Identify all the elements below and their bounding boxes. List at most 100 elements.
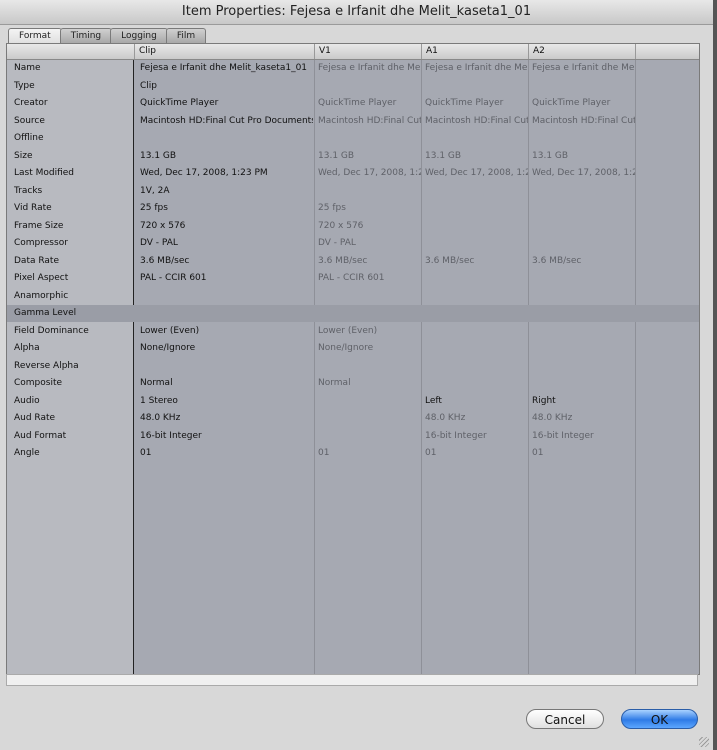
row-label: Data Rate bbox=[14, 255, 59, 266]
cell-v1: Lower (Even) bbox=[318, 325, 378, 336]
ok-button[interactable]: OK bbox=[621, 709, 698, 729]
cell-a2: 48.0 KHz bbox=[532, 413, 573, 423]
table-row[interactable]: Aud Rate 48.0 KHz 48.0 KHz 48.0 KHz bbox=[7, 410, 699, 427]
cell-clip: QuickTime Player bbox=[140, 98, 219, 108]
cell-a1: 16-bit Integer bbox=[425, 430, 487, 441]
cell-a1 bbox=[422, 305, 528, 322]
cell-a1 bbox=[422, 340, 528, 357]
cell-a2: Macintosh HD:Final Cut bbox=[532, 115, 635, 126]
table-header: Clip V1 A1 A2 bbox=[7, 44, 699, 60]
row-label: Size bbox=[14, 150, 33, 161]
table-row[interactable]: Anamorphic bbox=[7, 288, 699, 305]
table-row[interactable]: Audio 1 Stereo Left Right bbox=[7, 393, 699, 410]
cell-v1: QuickTime Player bbox=[318, 98, 397, 108]
cell-v1 bbox=[315, 288, 421, 305]
cell-a1 bbox=[422, 218, 528, 235]
header-a1[interactable]: A1 bbox=[421, 44, 528, 59]
row-label: Angle bbox=[14, 448, 40, 458]
cell-v1: DV - PAL bbox=[318, 238, 356, 248]
table-row[interactable]: Frame Size 720 x 576 720 x 576 bbox=[7, 218, 699, 235]
cell-a1: 48.0 KHz bbox=[425, 413, 466, 423]
table-row[interactable]: Creator QuickTime Player QuickTime Player Q… bbox=[7, 95, 699, 112]
row-label: Audio bbox=[14, 395, 40, 406]
row-label: Vid Rate bbox=[14, 203, 52, 213]
row-label: Type bbox=[14, 80, 35, 91]
cell-a1 bbox=[422, 235, 528, 252]
table-row[interactable]: Type Clip bbox=[7, 78, 699, 95]
table-row[interactable]: Tracks 1V, 2A bbox=[7, 183, 699, 200]
cell-v1: Wed, Dec 17, 2008, 1:23 bbox=[318, 168, 421, 178]
cell-v1: 3.6 MB/sec bbox=[318, 255, 368, 266]
cell-v1: None/Ignore bbox=[318, 343, 374, 353]
row-label: Source bbox=[14, 115, 45, 126]
table-row[interactable]: Offline bbox=[7, 130, 699, 147]
background-window-edge bbox=[713, 0, 717, 750]
table-row[interactable]: Last Modified Wed, Dec 17, 2008, 1:23 PM W… bbox=[7, 165, 699, 182]
cell-v1: PAL - CCIR 601 bbox=[318, 273, 385, 283]
cell-clip: 48.0 KHz bbox=[140, 413, 181, 423]
table-row[interactable]: Compressor DV - PAL DV - PAL bbox=[7, 235, 699, 252]
table-row[interactable]: Composite Normal Normal bbox=[7, 375, 699, 392]
table-row[interactable]: Size 13.1 GB 13.1 GB 13.1 GB 13.1 GB bbox=[7, 148, 699, 165]
cell-clip: 16-bit Integer bbox=[140, 430, 202, 441]
row-label: Name bbox=[14, 63, 41, 73]
table-row[interactable]: Gamma Level bbox=[7, 305, 699, 322]
cancel-button[interactable]: Cancel bbox=[526, 709, 604, 729]
properties-table: Clip V1 A1 A2 Name Fejesa e Irfanit dhe M… bbox=[6, 43, 700, 675]
cell-a1: QuickTime Player bbox=[425, 98, 504, 108]
cell-a2: 13.1 GB bbox=[532, 150, 569, 161]
table-row[interactable]: Alpha None/Ignore None/Ignore bbox=[7, 340, 699, 357]
table-row[interactable]: Angle 01 01 01 01 bbox=[7, 445, 699, 462]
cell-a1: Left bbox=[425, 395, 442, 406]
tab-format[interactable]: Format bbox=[8, 28, 62, 43]
cell-a2: 16-bit Integer bbox=[532, 430, 594, 441]
table-row[interactable]: Aud Format 16-bit Integer 16-bit Integer 16… bbox=[7, 428, 699, 445]
cell-v1 bbox=[315, 358, 421, 375]
cell-v1: Fejesa e Irfanit dhe Melit bbox=[318, 63, 421, 73]
row-label: Anamorphic bbox=[14, 290, 69, 301]
cell-a1 bbox=[422, 200, 528, 217]
row-label: Aud Rate bbox=[14, 413, 56, 423]
horizontal-scrollbar[interactable] bbox=[6, 674, 698, 686]
cell-a2 bbox=[529, 200, 635, 217]
table-row[interactable]: Source Macintosh HD:Final Cut Pro Documen… bbox=[7, 113, 699, 130]
row-label: Gamma Level bbox=[14, 308, 77, 318]
table-row[interactable]: Vid Rate 25 fps 25 fps bbox=[7, 200, 699, 217]
header-label-column bbox=[7, 44, 134, 59]
table-row[interactable]: Reverse Alpha bbox=[7, 358, 699, 375]
item-properties-window: Item Properties: Fejesa e Irfanit dhe Me… bbox=[0, 0, 714, 750]
table-row[interactable]: Pixel Aspect PAL - CCIR 601 PAL - CCIR 601 bbox=[7, 270, 699, 287]
header-a2[interactable]: A2 bbox=[528, 44, 635, 59]
cell-clip bbox=[137, 305, 313, 322]
table-row[interactable]: Field Dominance Lower (Even) Lower (Even) bbox=[7, 323, 699, 340]
cell-v1: 720 x 576 bbox=[318, 220, 364, 231]
row-label: Reverse Alpha bbox=[14, 360, 79, 371]
cell-clip: DV - PAL bbox=[140, 238, 178, 248]
cell-v1: Normal bbox=[318, 378, 351, 388]
resize-grip-icon[interactable] bbox=[699, 737, 709, 747]
cell-a1: Macintosh HD:Final Cut bbox=[425, 115, 528, 126]
tab-film[interactable]: Film bbox=[165, 28, 207, 43]
tab-logging[interactable]: Logging bbox=[110, 28, 168, 43]
cell-a1 bbox=[422, 323, 528, 340]
row-label: Offline bbox=[14, 133, 44, 143]
window-title: Item Properties: Fejesa e Irfanit dhe Me… bbox=[0, 0, 713, 25]
header-v1[interactable]: V1 bbox=[314, 44, 421, 59]
cell-a2 bbox=[529, 323, 635, 340]
cell-a2 bbox=[529, 375, 635, 392]
cell-a2 bbox=[529, 288, 635, 305]
cell-clip: Clip bbox=[140, 80, 157, 91]
row-label: Tracks bbox=[14, 185, 43, 196]
table-row[interactable]: Name Fejesa e Irfanit dhe Melit_kaseta1_0… bbox=[7, 60, 699, 77]
table-row[interactable]: Data Rate 3.6 MB/sec 3.6 MB/sec 3.6 MB/sec 3… bbox=[7, 253, 699, 270]
cell-v1: 25 fps bbox=[318, 203, 346, 213]
cell-v1: 13.1 GB bbox=[318, 150, 355, 161]
cell-clip: 1V, 2A bbox=[140, 185, 170, 196]
header-clip[interactable]: Clip bbox=[134, 44, 314, 59]
cell-a2: Right bbox=[532, 395, 556, 406]
tab-timing[interactable]: Timing bbox=[59, 28, 113, 43]
cell-clip: Fejesa e Irfanit dhe Melit_kaseta1_01 bbox=[140, 63, 308, 73]
cell-clip: Normal bbox=[140, 378, 173, 388]
cell-clip: 1 Stereo bbox=[140, 395, 178, 406]
cell-a1: 13.1 GB bbox=[425, 150, 462, 161]
